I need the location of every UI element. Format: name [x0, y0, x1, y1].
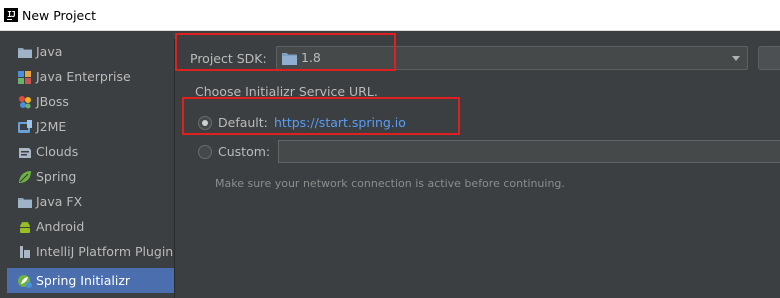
- android-icon: [17, 219, 33, 235]
- j2me-icon: [17, 119, 33, 135]
- sidebar-item-label: Java Enterprise: [36, 69, 131, 84]
- custom-url-input[interactable]: [278, 140, 780, 163]
- intellij-plugin-icon: [17, 244, 33, 260]
- title-bar: IJ New Project: [0, 0, 780, 31]
- javafx-folder-icon: [17, 194, 33, 210]
- sidebar-item-label: J2ME: [36, 119, 67, 134]
- sidebar-item-javafx[interactable]: Java FX: [7, 189, 174, 214]
- sidebar-item-label: Android: [36, 219, 85, 234]
- project-type-sidebar: Java Java Enterprise JBoss J2ME Clouds S…: [4, 39, 175, 298]
- java-enterprise-icon: [17, 69, 33, 85]
- sidebar-item-label: Java FX: [36, 194, 83, 209]
- spring-initializr-icon: [17, 273, 33, 289]
- sidebar-item-spring-initializr[interactable]: Spring Initializr: [7, 268, 174, 293]
- annotation-box-sdk: [175, 33, 396, 71]
- intellij-app-icon: IJ: [4, 8, 18, 22]
- sidebar-item-jboss[interactable]: JBoss: [7, 89, 174, 114]
- new-sdk-button[interactable]: [758, 46, 780, 70]
- sidebar-item-label: Clouds: [36, 144, 79, 159]
- custom-radio-label[interactable]: Custom:: [218, 144, 270, 159]
- sidebar-item-label: IntelliJ Platform Plugin: [36, 244, 174, 259]
- sidebar-item-label: JBoss: [36, 94, 69, 109]
- spring-leaf-icon: [17, 169, 33, 185]
- sidebar-item-clouds[interactable]: Clouds: [7, 139, 174, 164]
- sidebar-item-java-enterprise[interactable]: Java Enterprise: [7, 64, 174, 89]
- sidebar-item-android[interactable]: Android: [7, 214, 174, 239]
- sidebar-item-spring[interactable]: Spring: [7, 164, 174, 189]
- sidebar-item-intellij-platform-plugin[interactable]: IntelliJ Platform Plugin: [7, 239, 174, 264]
- jboss-icon: [17, 94, 33, 110]
- network-hint: Make sure your network connection is act…: [215, 177, 565, 190]
- clouds-icon: [17, 144, 33, 160]
- sidebar-item-label: Java: [36, 44, 63, 59]
- window-title: New Project: [22, 8, 97, 23]
- chevron-down-icon[interactable]: [732, 56, 740, 61]
- annotation-box-default-url: [182, 97, 460, 135]
- settings-panel: Project SDK: 1.8 Choose Initializr Servi…: [176, 31, 780, 298]
- sidebar-item-label: Spring Initializr: [36, 273, 131, 288]
- sidebar-item-j2me[interactable]: J2ME: [7, 114, 174, 139]
- custom-url-radio[interactable]: [198, 145, 212, 159]
- sidebar-item-java[interactable]: Java: [7, 39, 174, 64]
- sidebar-item-label: Spring: [36, 169, 77, 184]
- java-folder-icon: [17, 44, 33, 60]
